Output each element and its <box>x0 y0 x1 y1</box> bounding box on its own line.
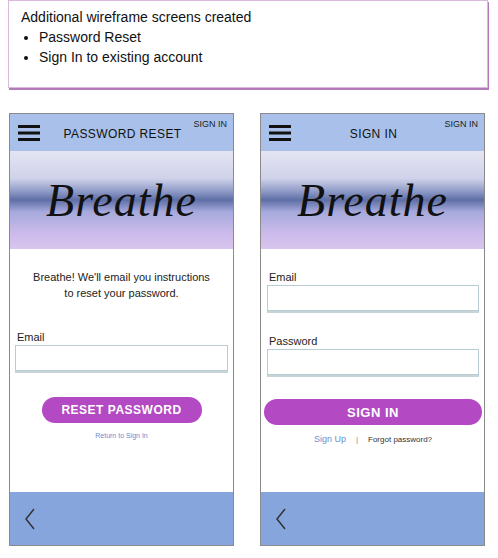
links-row: Sign Up | Forgot password? <box>267 434 479 444</box>
field-label: Email <box>267 271 479 283</box>
form-field: Email <box>267 271 479 311</box>
banner-photo: Breathe <box>10 151 233 249</box>
sign-in-link[interactable]: SIGN IN <box>444 119 478 129</box>
field-label: Email <box>15 331 228 343</box>
banner-photo: Breathe <box>261 151 484 249</box>
menu-icon[interactable] <box>18 125 40 141</box>
summary-box: Additional wireframe screens created Pass… <box>8 0 488 88</box>
text-link[interactable]: Return to Sign In <box>95 432 148 439</box>
logo: Breathe <box>46 174 197 227</box>
link-separator: | <box>356 435 358 444</box>
footer-bar <box>261 492 484 545</box>
text-input[interactable] <box>15 345 228 371</box>
form-body: Email Password SIGN IN Sign Up | Forgot passw… <box>261 249 484 492</box>
links-row: Return to Sign In <box>15 432 228 439</box>
sign-in-link[interactable]: SIGN IN <box>193 119 227 129</box>
instructions-text: Breathe! We'll email you instructions to… <box>15 269 228 301</box>
menu-icon[interactable] <box>269 125 291 141</box>
text-link[interactable]: Sign Up <box>314 434 346 444</box>
submit-button[interactable]: SIGN IN <box>264 399 482 425</box>
back-chevron-icon[interactable] <box>24 508 36 530</box>
bullet-item: Sign In to existing account <box>39 49 477 65</box>
form-field: Email <box>15 331 228 371</box>
slide: Additional wireframe screens created Pass… <box>0 0 498 546</box>
field-label: Password <box>267 335 479 347</box>
bullet-list: Password Reset Sign In to existing accoun… <box>21 29 477 65</box>
text-input[interactable] <box>267 285 479 311</box>
submit-button[interactable]: RESET PASSWORD <box>42 397 202 423</box>
bullet-item: Password Reset <box>39 29 477 45</box>
phone-screen: PASSWORD RESET SIGN IN Breathe Breathe! We'… <box>9 113 234 546</box>
form-field: Password <box>267 335 479 375</box>
summary-title: Additional wireframe screens created <box>21 9 477 25</box>
form-body: Breathe! We'll email you instructions to… <box>10 249 233 492</box>
text-input[interactable] <box>267 349 479 375</box>
screen-title: PASSWORD RESET <box>63 125 181 141</box>
phones-row: PASSWORD RESET SIGN IN Breathe Breathe! We'… <box>8 113 490 546</box>
header-bar: PASSWORD RESET SIGN IN <box>10 114 233 151</box>
logo: Breathe <box>297 174 448 227</box>
text-link[interactable]: Forgot password? <box>368 435 432 444</box>
footer-bar <box>10 492 233 545</box>
screen-title: SIGN IN <box>350 125 397 141</box>
header-bar: SIGN IN SIGN IN <box>261 114 484 151</box>
back-chevron-icon[interactable] <box>275 508 287 530</box>
phone-screen: SIGN IN SIGN IN Breathe Email Password SIGN I… <box>260 113 485 546</box>
